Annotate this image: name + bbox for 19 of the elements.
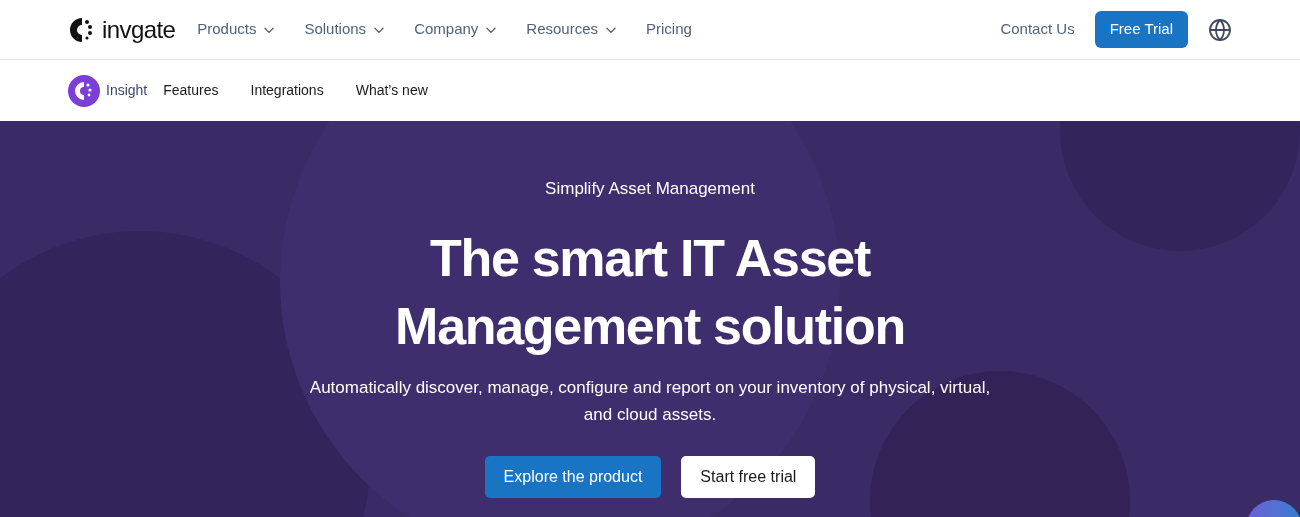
nav-link[interactable]: Pricing	[646, 18, 692, 41]
start-trial-button[interactable]: Start free trial	[681, 455, 816, 498]
insight-logo-icon	[68, 74, 100, 107]
nav-link[interactable]: Solutions	[304, 18, 387, 41]
nav-link[interactable]: Company	[414, 18, 499, 41]
nav-link[interactable]: Products	[197, 18, 277, 41]
subnav-link[interactable]: Integrations	[250, 80, 324, 101]
explore-product-button[interactable]: Explore the product	[484, 455, 662, 498]
subnav-link[interactable]: Features	[163, 80, 219, 101]
hero-description: Automatically discover, manage, configure and report on your inventory of physical, virtual, and cloud assets.	[308, 376, 992, 426]
globe-icon[interactable]	[1208, 17, 1232, 42]
nav-link[interactable]: Resources	[526, 18, 619, 41]
logo-text[interactable]: invgate	[102, 11, 176, 48]
product-name[interactable]: Insight	[106, 80, 148, 101]
hero-eyebrow: Simplify Asset Management	[545, 178, 755, 200]
subnav-link[interactable]: What’s new	[355, 80, 428, 101]
contact-link[interactable]: Contact Us	[1000, 18, 1075, 41]
free-trial-button[interactable]: Free Trial	[1094, 11, 1188, 48]
hero-title: The smart IT Asset Management solution	[394, 227, 906, 357]
